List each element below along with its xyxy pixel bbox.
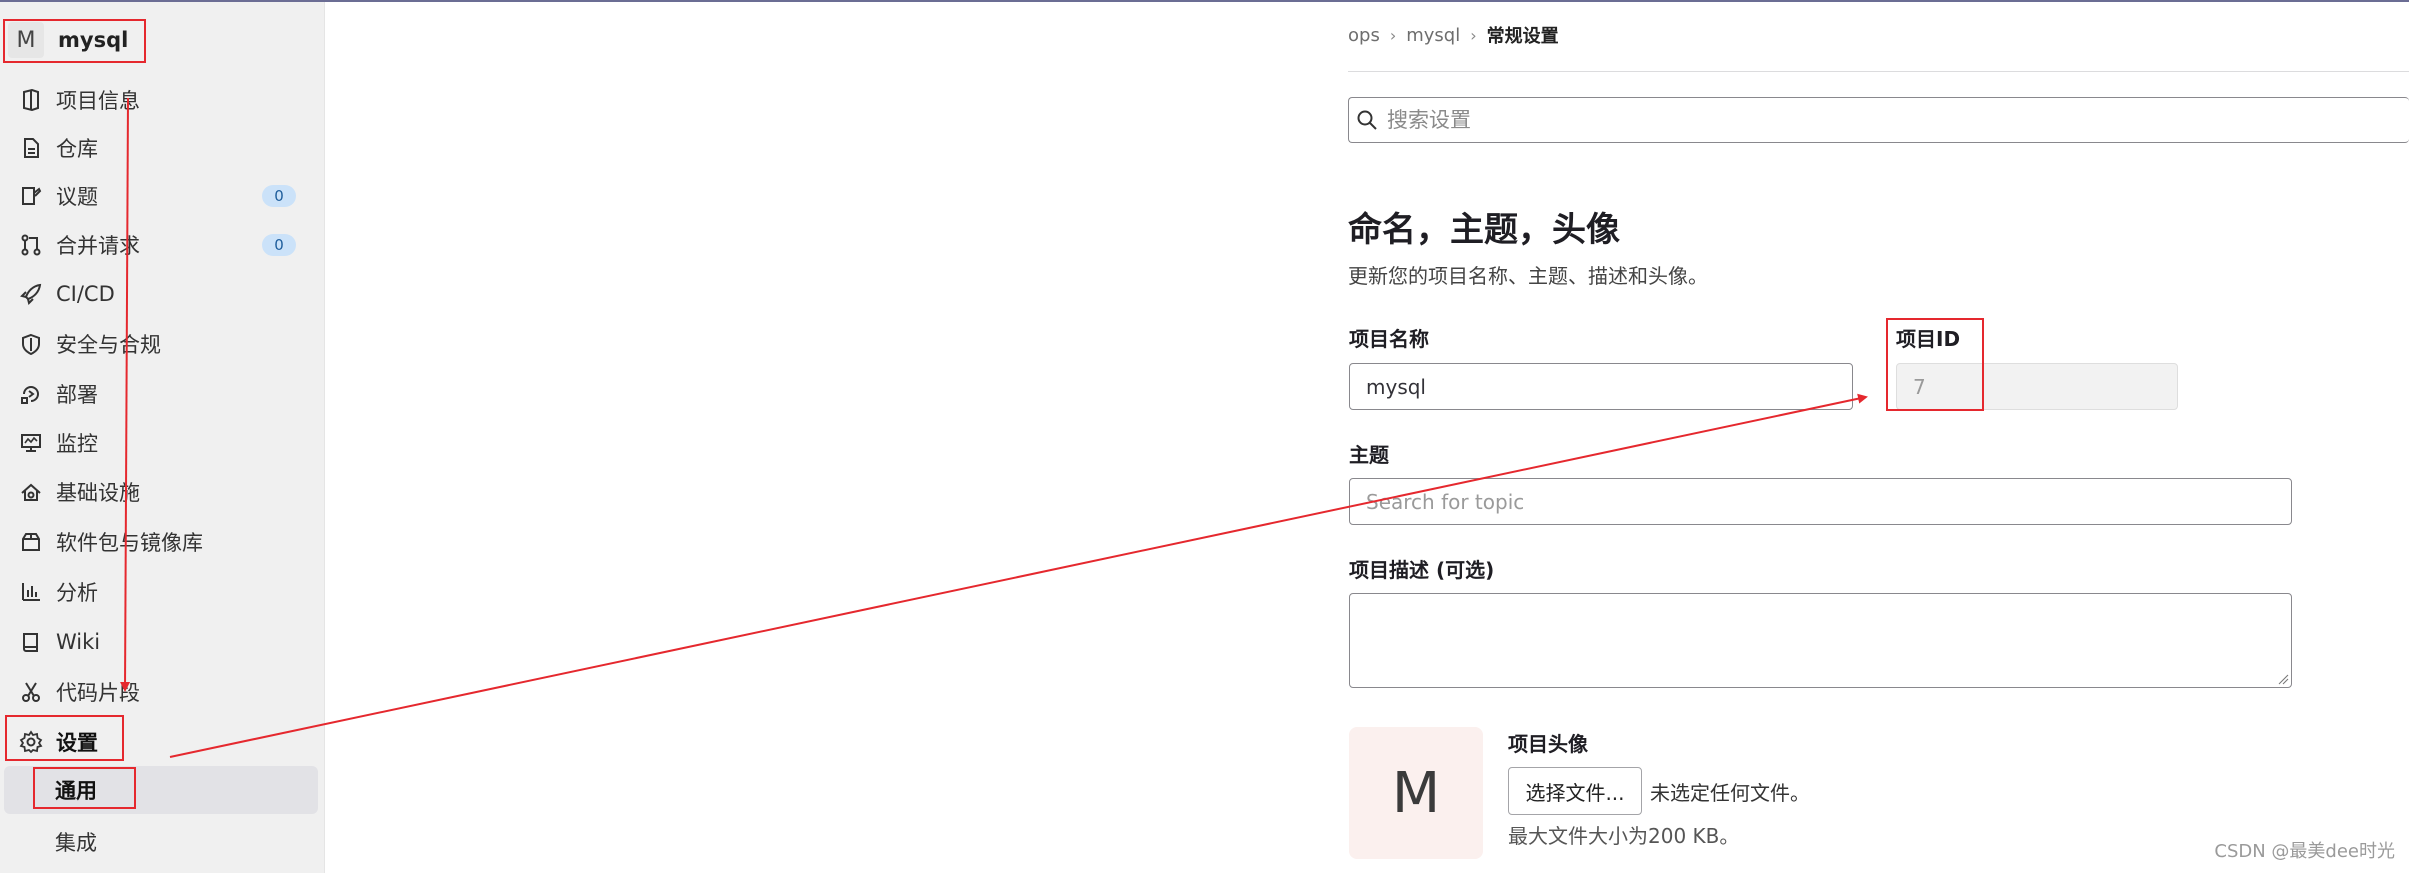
sidebar-subitem-integrations[interactable]: 集成: [0, 818, 318, 866]
section-title: 命名，主题，头像: [1348, 210, 1620, 250]
project-avatar-preview: M: [1349, 727, 1483, 859]
sidebar-item-label: 议题: [56, 185, 98, 209]
project-name-field[interactable]: mysql: [1349, 363, 1853, 410]
sidebar-item-label: 分析: [56, 581, 98, 605]
annotation-arrow-to-id: [169, 393, 1868, 758]
breadcrumb-ops[interactable]: ops: [1348, 25, 1380, 46]
breadcrumb: ops › mysql › 常规设置: [1348, 22, 1559, 48]
deployments-icon: [16, 379, 46, 409]
annotation-box-settings: [5, 715, 124, 761]
resize-handle-icon[interactable]: [2277, 673, 2289, 685]
chevron-right-icon: ›: [1470, 25, 1477, 45]
search-input[interactable]: [1385, 107, 2289, 133]
choose-file-button[interactable]: 选择文件...: [1508, 767, 1642, 815]
book-icon: [16, 627, 46, 657]
topic-label: 主题: [1349, 443, 1389, 467]
issues-icon: [16, 181, 46, 211]
sidebar-item-packages[interactable]: 软件包与镜像库: [16, 522, 306, 562]
sidebar-item-monitor[interactable]: 监控: [16, 423, 306, 463]
avatar-label: 项目头像: [1508, 732, 1588, 756]
sidebar-item-deployments[interactable]: 部署: [16, 374, 306, 414]
section-description: 更新您的项目名称、主题、描述和头像。: [1348, 264, 1708, 288]
sidebar-item-security[interactable]: 安全与合规: [16, 324, 306, 364]
search-settings: [1348, 97, 2409, 143]
sidebar-item-infrastructure[interactable]: 基础设施: [16, 472, 306, 512]
sidebar-item-label: 合并请求: [56, 234, 140, 258]
description-label: 项目描述 (可选): [1349, 558, 1495, 582]
top-border: [0, 0, 2409, 2]
chevron-right-icon: ›: [1389, 25, 1397, 45]
sidebar-item-project-info[interactable]: 项目信息: [16, 80, 306, 120]
sidebar-item-wiki[interactable]: Wiki: [16, 622, 306, 662]
watermark: CSDN @最美dee时光: [2214, 841, 2395, 862]
issues-count-badge: 0: [262, 185, 296, 207]
sidebar-item-label: CI/CD: [56, 282, 115, 306]
sidebar-item-label: Wiki: [56, 630, 101, 654]
chart-icon: [16, 577, 46, 607]
search-icon: [1349, 109, 1385, 131]
sidebar-item-label: 基础设施: [56, 481, 140, 505]
sidebar-item-snippets[interactable]: 代码片段: [16, 672, 306, 712]
sidebar-item-repository[interactable]: 仓库: [16, 128, 306, 168]
project-name-label: 项目名称: [1349, 327, 1429, 351]
sidebar-item-label: 安全与合规: [56, 333, 161, 357]
sidebar-item-label: 软件包与镜像库: [56, 531, 203, 555]
sidebar-item-label: 仓库: [56, 137, 98, 161]
sidebar-item-cicd[interactable]: CI/CD: [16, 274, 306, 314]
project-info-icon: [16, 85, 46, 115]
sidebar-item-label: 监控: [56, 432, 98, 456]
annotation-box-project-id: [1886, 318, 1984, 411]
file-size-hint: 最大文件大小为200 KB。: [1508, 824, 1740, 848]
monitor-icon: [16, 428, 46, 458]
shield-icon: [16, 329, 46, 359]
repository-icon: [16, 133, 46, 163]
breadcrumb-mysql[interactable]: mysql: [1406, 25, 1460, 46]
sidebar-item-analytics[interactable]: 分析: [16, 572, 306, 612]
file-status: 未选定任何文件。: [1650, 781, 1810, 805]
sidebar-item-merge-requests[interactable]: 合并请求 0: [16, 225, 306, 265]
merge-request-icon: [16, 230, 46, 260]
description-textarea[interactable]: [1349, 593, 2292, 688]
snippet-icon: [16, 677, 46, 707]
sidebar-item-label: 项目信息: [56, 89, 140, 113]
sidebar-item-label: 代码片段: [56, 681, 140, 705]
merge-requests-count-badge: 0: [262, 234, 296, 256]
sidebar-item-label: 部署: [56, 383, 98, 407]
annotation-box-general: [33, 767, 136, 809]
divider: [1348, 71, 2409, 72]
package-icon: [16, 527, 46, 557]
annotation-box-project: [3, 19, 146, 63]
sidebar-item-issues[interactable]: 议题 0: [16, 176, 306, 216]
rocket-icon: [16, 279, 46, 309]
sidebar-subitem-label: 集成: [55, 831, 97, 855]
cloud-gear-icon: [16, 477, 46, 507]
topic-input[interactable]: Search for topic: [1349, 478, 2292, 525]
breadcrumb-current: 常规设置: [1486, 26, 1559, 47]
